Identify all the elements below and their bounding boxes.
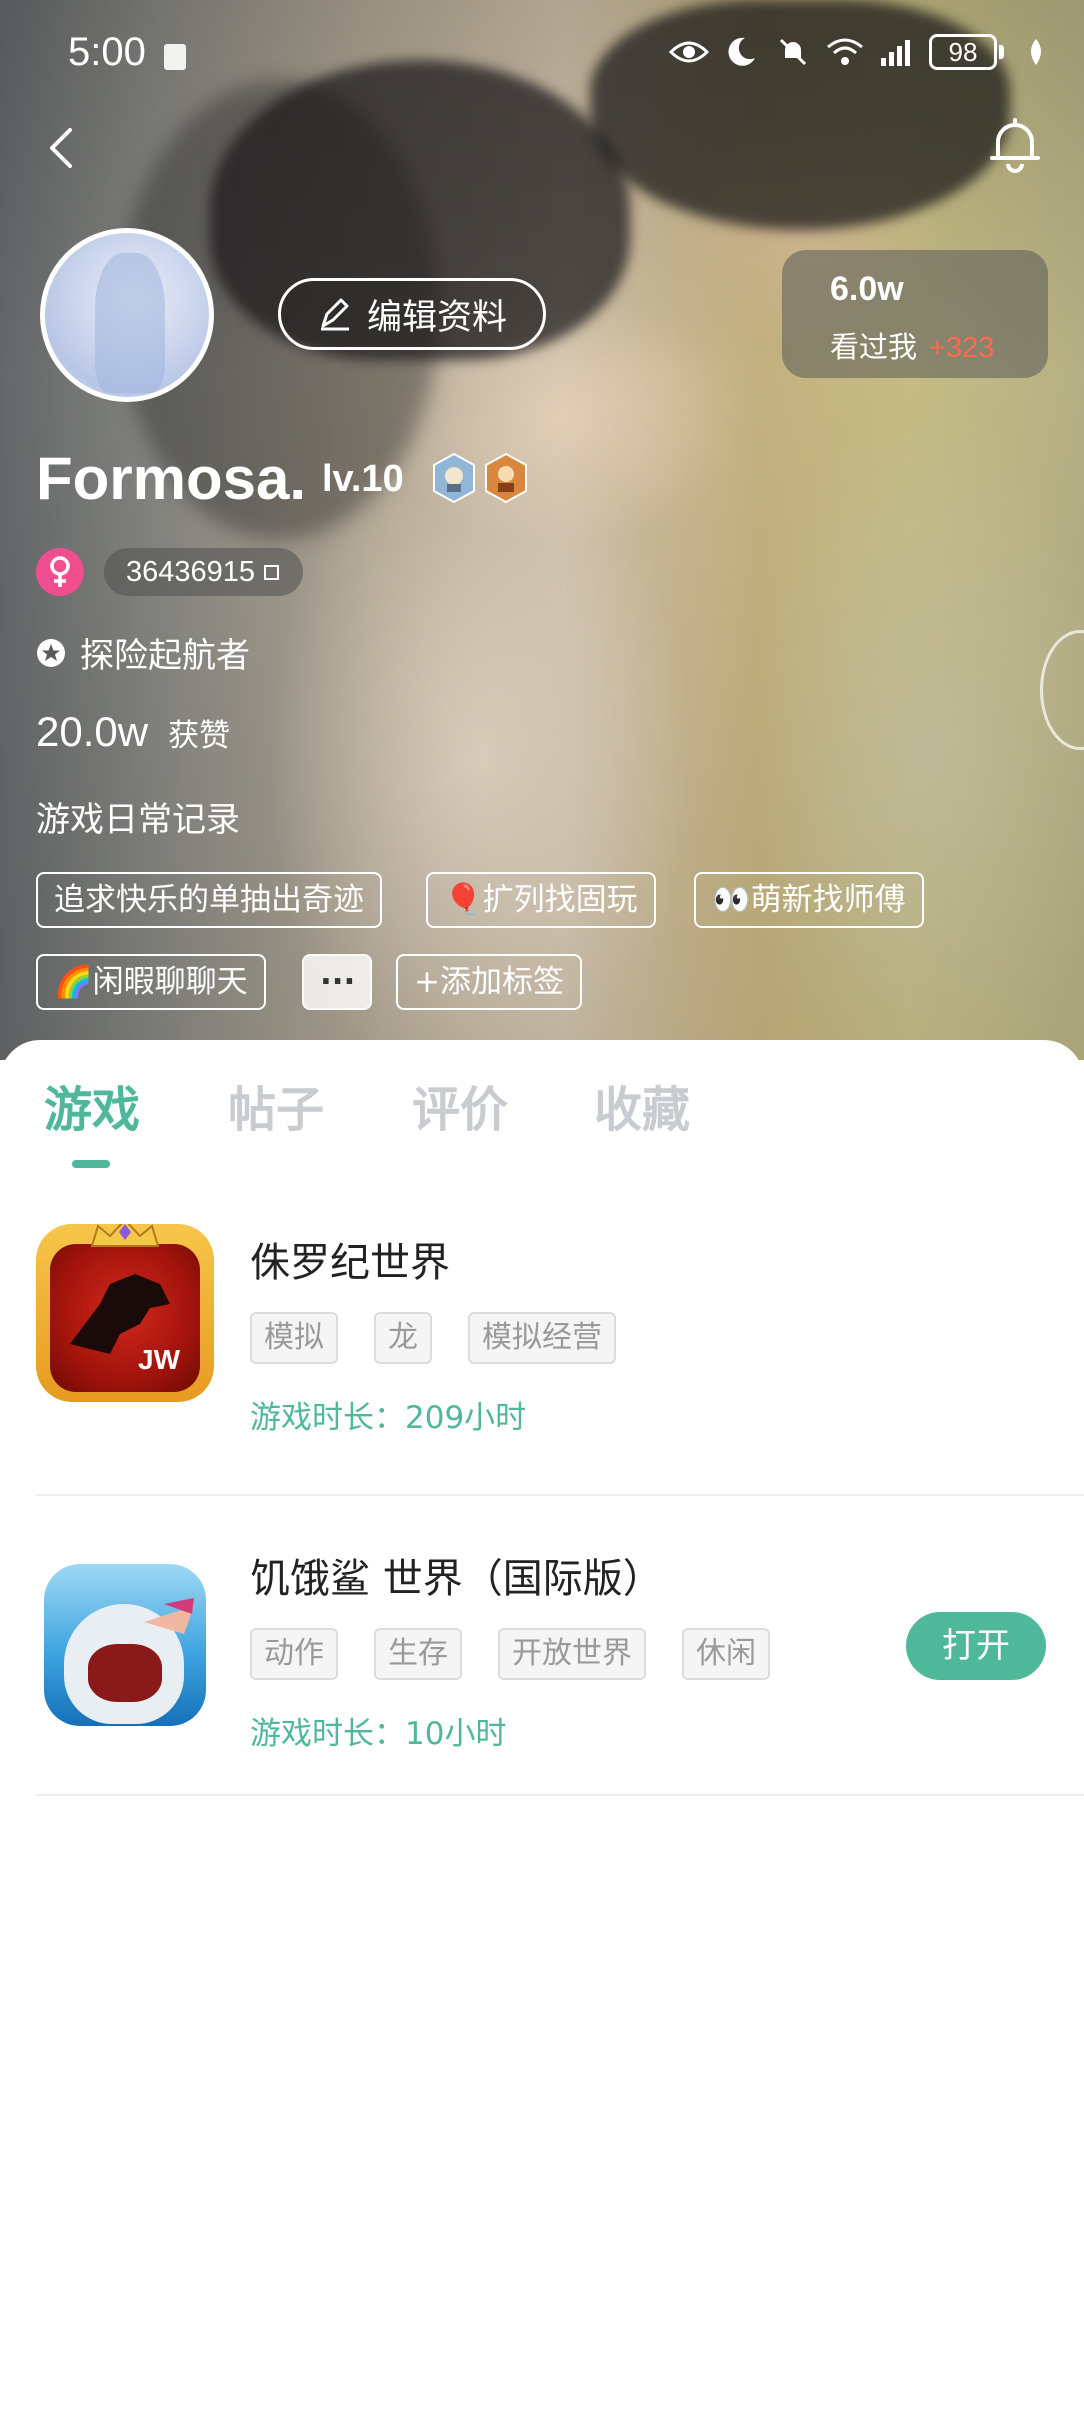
- avatar[interactable]: [40, 228, 214, 402]
- game-tag: 模拟: [250, 1312, 338, 1364]
- game-tags: 动作 生存 开放世界 休闲: [250, 1628, 770, 1680]
- moon-icon: [721, 34, 761, 70]
- likes-stat: 20.0w 获赞: [36, 708, 230, 756]
- user-tag[interactable]: 🎈扩列找固玩: [426, 872, 656, 928]
- user-bio: 游戏日常记录: [36, 800, 240, 840]
- tab-reviews[interactable]: 评价: [412, 1070, 508, 1140]
- battery-level: 98: [929, 34, 997, 70]
- back-button[interactable]: [40, 118, 80, 178]
- likes-label: 获赞: [168, 718, 231, 754]
- game-tag: 模拟经营: [468, 1312, 616, 1364]
- star-badge-icon: [37, 638, 65, 667]
- add-tag-button[interactable]: +添加标签: [396, 954, 582, 1010]
- user-title[interactable]: 探险起航者: [36, 628, 250, 677]
- visitors-card[interactable]: 6.0w 看过我 +323: [782, 250, 1048, 378]
- divider: [36, 1494, 1084, 1496]
- more-tags-button[interactable]: ···: [302, 954, 372, 1010]
- visitors-count: 6.0w: [830, 270, 904, 308]
- user-tag[interactable]: 👀萌新找师傅: [694, 872, 924, 928]
- battery-indicator: 98: [929, 34, 1004, 70]
- mute-bell-icon: [773, 34, 813, 70]
- edit-profile-label: 编辑资料: [366, 297, 507, 338]
- app-icon-text: JW: [138, 1344, 180, 1375]
- achievement-badge-icon[interactable]: [482, 452, 530, 504]
- user-id: 36436915: [126, 556, 256, 588]
- wifi-icon: [825, 34, 865, 70]
- user-title-label: 探险起航者: [80, 636, 250, 676]
- notification-button[interactable]: [982, 112, 1048, 178]
- copy-icon: [264, 565, 280, 580]
- tab-favorites[interactable]: 收藏: [594, 1070, 690, 1140]
- game-tag: 生存: [374, 1628, 462, 1680]
- chevron-left-icon: [50, 128, 72, 168]
- tab-indicator: [72, 1160, 110, 1168]
- eye-icon: [669, 34, 709, 70]
- list-item[interactable]: JW 侏罗纪世界 模拟 龙 模拟经营 游戏时长：209小时: [0, 1210, 1084, 1510]
- game-title: 侏罗纪世界: [250, 1240, 450, 1286]
- user-tag[interactable]: 🌈闲暇聊聊天: [36, 954, 266, 1010]
- game-tag: 休闲: [682, 1628, 770, 1680]
- playtime: 游戏时长：10小时: [250, 1716, 507, 1752]
- status-time: 5:00: [68, 30, 146, 74]
- signal-icon: [877, 34, 917, 70]
- game-tag: 龙: [374, 1312, 432, 1364]
- bell-icon: [990, 118, 1040, 173]
- tab-bar: 游戏 帖子 评价 收藏: [0, 1070, 1084, 1150]
- jurassic-world-app-icon: JW: [36, 1224, 214, 1402]
- profile-page: 5:00 98 编辑资料 6.0w 看过我 +323 Formosa. lv.1…: [0, 0, 1084, 2412]
- divider: [36, 1794, 1084, 1796]
- leaf-icon: [1016, 34, 1056, 70]
- game-tags: 模拟 龙 模拟经营: [250, 1312, 616, 1364]
- playtime: 游戏时长：209小时: [250, 1400, 527, 1436]
- edit-profile-button[interactable]: 编辑资料: [278, 278, 546, 350]
- visitors-increase: +323: [929, 332, 995, 364]
- tab-posts[interactable]: 帖子: [228, 1070, 324, 1140]
- open-game-button[interactable]: 打开: [906, 1612, 1046, 1680]
- list-item[interactable]: 饥饿鲨 世界（国际版） 动作 生存 开放世界 休闲 游戏时长：10小时: [0, 1526, 1084, 1826]
- tab-games[interactable]: 游戏: [44, 1070, 140, 1140]
- game-title: 饥饿鲨 世界（国际版）: [250, 1556, 663, 1602]
- notification-icon: [164, 44, 186, 70]
- visitors-label: 看过我: [830, 330, 918, 364]
- game-tag: 动作: [250, 1628, 338, 1680]
- user-name: Formosa.: [36, 445, 307, 512]
- medal-badge-icon[interactable]: [430, 452, 478, 504]
- user-level: lv.10: [322, 458, 404, 500]
- status-bar: 5:00 98: [0, 0, 1084, 110]
- game-tag: 开放世界: [498, 1628, 646, 1680]
- user-tag[interactable]: 追求快乐的单抽出奇迹: [36, 872, 382, 928]
- user-id-badge[interactable]: 36436915: [104, 548, 304, 596]
- female-icon: [36, 548, 84, 596]
- likes-value: 20.0w: [36, 708, 149, 755]
- hungry-shark-app-icon: [44, 1564, 206, 1726]
- edit-pen-icon: [320, 298, 349, 331]
